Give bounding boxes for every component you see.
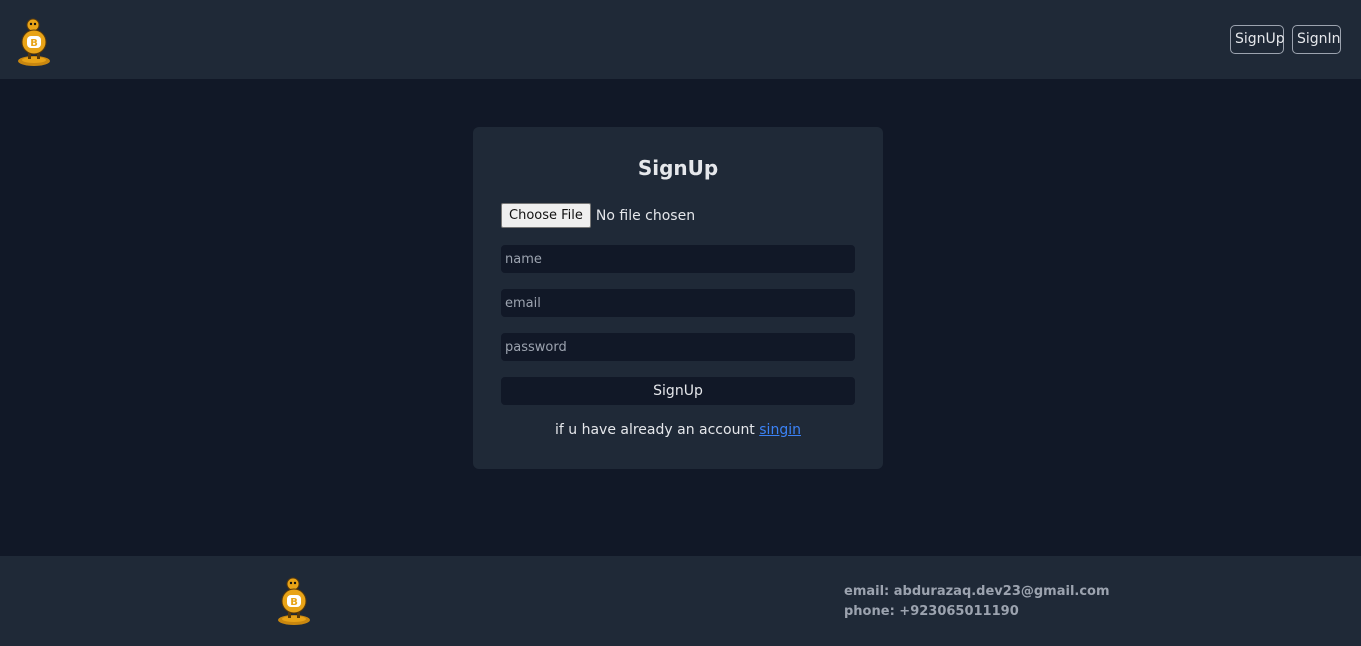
phone-value: +923065011190 (899, 604, 1019, 619)
signin-prompt: if u have already an account singin (473, 422, 883, 438)
signin-prompt-text: if u have already an account (555, 422, 755, 438)
file-upload: Choose File No file chosen (501, 203, 695, 228)
password-input[interactable] (501, 333, 855, 361)
nav-signup-button[interactable]: SignUp (1230, 25, 1285, 54)
email-input[interactable] (501, 289, 855, 317)
signup-card: SignUp Choose File No file chosen SignUp… (473, 127, 883, 469)
phone-label: phone: (844, 604, 895, 619)
signup-submit-button[interactable]: SignUp (501, 377, 855, 405)
file-status-text: No file chosen (595, 207, 696, 224)
nav-signin-button[interactable]: SignIn (1292, 25, 1341, 54)
name-input[interactable] (501, 245, 855, 273)
site-header: B SignUp SignIn (0, 0, 1361, 79)
contact-info: email: abdurazaq.dev23@gmail.com phone: … (844, 582, 1110, 622)
svg-text:B: B (30, 38, 38, 49)
email-value: abdurazaq.dev23@gmail.com (893, 584, 1110, 599)
signin-link[interactable]: singin (759, 422, 801, 438)
choose-file-button[interactable]: Choose File (501, 203, 591, 228)
contact-phone: phone: +923065011190 (844, 602, 1110, 622)
contact-email: email: abdurazaq.dev23@gmail.com (844, 582, 1110, 602)
blogger-mascot-logo[interactable]: B (16, 17, 52, 67)
blogger-mascot-logo: B (278, 577, 310, 625)
form-title: SignUp (637, 156, 719, 180)
svg-text:B: B (290, 597, 298, 608)
email-label: email: (844, 584, 890, 599)
site-footer: B email: abdurazaq.dev23@gmail.com phone… (0, 556, 1361, 646)
